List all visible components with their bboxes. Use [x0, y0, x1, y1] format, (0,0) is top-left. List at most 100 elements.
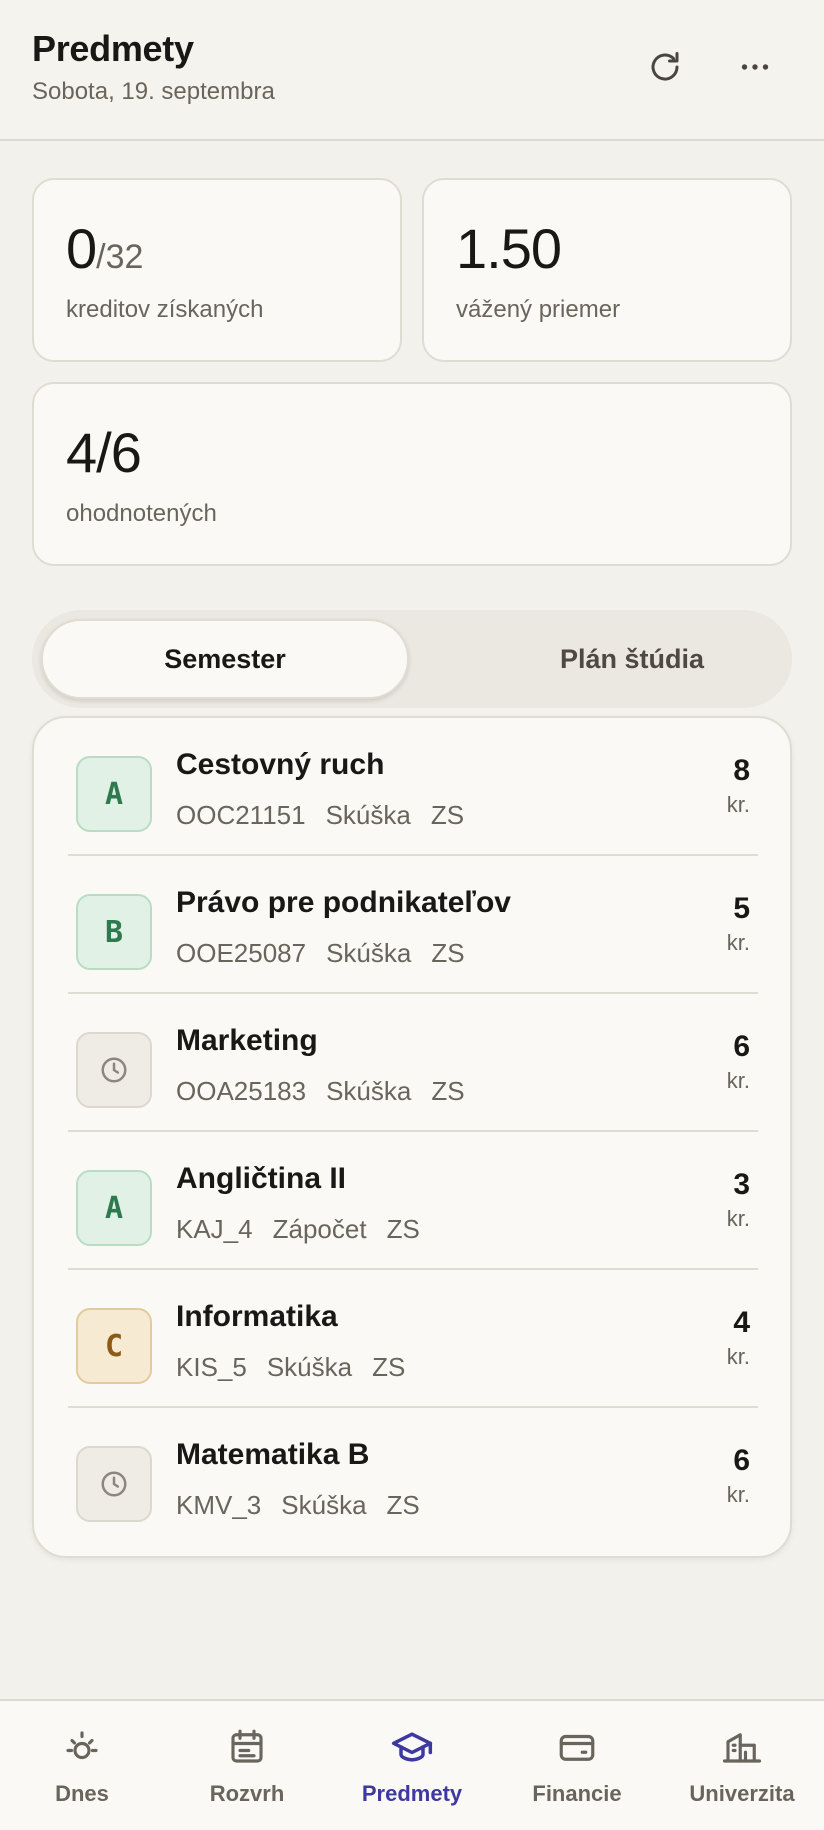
nav-label: Financie — [532, 1781, 622, 1806]
course-type: Zápočet — [272, 1214, 367, 1244]
course-meta: KIS_5 Skúška ZS — [176, 1352, 405, 1383]
average-value: 1.50 — [456, 217, 562, 280]
course-type: Skúška — [326, 1076, 412, 1106]
course-credits: 6 kr. — [727, 1444, 750, 1508]
credits-number: 6 — [733, 1030, 750, 1063]
tab-semester[interactable]: Semester — [41, 619, 409, 699]
course-name: Marketing — [176, 1024, 318, 1057]
credits-unit: kr. — [726, 1068, 750, 1093]
course-meta: KAJ_4 Zápočet ZS — [176, 1214, 420, 1245]
average-label: vážený priemer — [456, 296, 621, 323]
course-credits: 6 kr. — [727, 1030, 750, 1094]
course-term: ZS — [372, 1352, 406, 1382]
course-credits: 5 kr. — [727, 892, 750, 956]
average-card: 1.50 vážený priemer — [422, 178, 792, 362]
grade-badge-pending — [76, 1032, 152, 1108]
nav-item-univerzita[interactable]: Univerzita — [660, 1725, 824, 1807]
graded-label: ohodnotených — [66, 500, 217, 527]
app-header: Predmety Sobota, 19. septembra — [0, 0, 824, 141]
course-name: Právo pre podnikateľov — [176, 886, 511, 919]
course-row[interactable]: A Cestovný ruch OOC21151 Skúška ZS 8 kr. — [34, 718, 790, 856]
credits-number: 4 — [733, 1306, 750, 1339]
course-name: Cestovný ruch — [176, 748, 385, 781]
course-name: Informatika — [176, 1300, 338, 1333]
course-code: OOE25087 — [176, 938, 307, 968]
credits-number: 6 — [733, 1444, 750, 1477]
credits-earned: 0 — [66, 217, 97, 280]
course-code: OOA25183 — [176, 1076, 307, 1106]
course-credits: 8 kr. — [727, 754, 750, 818]
course-row[interactable]: B Právo pre podnikateľov OOE25087 Skúška… — [34, 856, 790, 994]
course-name: Angličtina II — [176, 1162, 347, 1195]
grade-badge: B — [76, 894, 152, 970]
page-date: Sobota, 19. septembra — [32, 78, 275, 105]
course-type: Skúška — [326, 938, 412, 968]
course-credits: 4 kr. — [727, 1306, 750, 1370]
view-segmented-control: Semester Plán štúdia — [32, 610, 792, 708]
course-name: Matematika B — [176, 1438, 370, 1471]
credits-label: kreditov získaných — [66, 296, 264, 323]
graduation-cap-icon — [391, 1732, 433, 1762]
course-meta: KMV_3 Skúška ZS — [176, 1490, 420, 1521]
more-horizontal-icon — [741, 64, 769, 70]
course-term: ZS — [431, 938, 465, 968]
refresh-icon — [651, 52, 679, 81]
credits-number: 8 — [733, 754, 750, 787]
credits-value: 0/32 — [66, 216, 143, 281]
wallet-icon — [559, 1734, 595, 1761]
building-icon — [722, 1733, 762, 1763]
course-term: ZS — [431, 1076, 465, 1106]
more-button[interactable] — [726, 38, 784, 96]
course-term: ZS — [386, 1214, 420, 1244]
course-row[interactable]: Marketing OOA25183 Skúška ZS 6 kr. — [34, 994, 790, 1132]
grade-badge: A — [76, 756, 152, 832]
grade-badge-pending — [76, 1446, 152, 1522]
credits-unit: kr. — [726, 1482, 750, 1507]
course-code: OOC21151 — [176, 800, 306, 830]
tab-study-plan[interactable]: Plán štúdia — [448, 619, 816, 699]
credits-unit: kr. — [726, 1206, 750, 1231]
nav-label: Rozvrh — [209, 1781, 285, 1806]
course-type: Skúška — [325, 800, 411, 830]
nav-label: Univerzita — [689, 1781, 795, 1806]
nav-label: Dnes — [55, 1781, 109, 1806]
course-credits: 3 kr. — [727, 1168, 750, 1232]
bottom-nav: Dnes Rozvrh Predmety Financie Univerzita — [0, 1699, 824, 1830]
course-code: KAJ_4 — [176, 1214, 253, 1244]
credits-total: /32 — [96, 238, 144, 276]
course-meta: OOA25183 Skúška ZS — [176, 1076, 465, 1107]
course-row[interactable]: C Informatika KIS_5 Skúška ZS 4 kr. — [34, 1270, 790, 1408]
course-type: Skúška — [266, 1352, 353, 1382]
graded-card: 4/6 ohodnotených — [32, 382, 792, 566]
refresh-button[interactable] — [636, 38, 694, 96]
nav-item-dnes[interactable]: Dnes — [0, 1725, 164, 1807]
credits-unit: kr. — [726, 930, 750, 955]
course-list: A Cestovný ruch OOC21151 Skúška ZS 8 kr.… — [32, 716, 792, 1558]
grade-badge: A — [76, 1170, 152, 1246]
course-term: ZS — [430, 800, 465, 830]
nav-item-financie[interactable]: Financie — [495, 1725, 659, 1807]
course-code: KMV_3 — [176, 1490, 262, 1520]
graded-value: 4/6 — [66, 421, 142, 484]
nav-item-rozvrh[interactable]: Rozvrh — [165, 1725, 329, 1807]
grade-badge: C — [76, 1308, 152, 1384]
credits-unit: kr. — [726, 1344, 750, 1369]
clock-icon — [101, 1471, 127, 1497]
sun-icon — [66, 1731, 98, 1760]
credits-unit: kr. — [726, 792, 750, 817]
course-row[interactable]: Matematika B KMV_3 Skúška ZS 6 kr. — [34, 1408, 790, 1546]
credits-number: 3 — [733, 1168, 750, 1201]
course-code: KIS_5 — [176, 1352, 247, 1382]
course-meta: OOE25087 Skúška ZS — [176, 938, 465, 969]
clock-icon — [101, 1057, 127, 1083]
nav-item-predmety[interactable]: Predmety — [330, 1725, 494, 1807]
credits-number: 5 — [733, 892, 750, 925]
credits-card: 0/32 kreditov získaných — [32, 178, 402, 362]
course-meta: OOC21151 Skúška ZS — [176, 800, 464, 831]
nav-label: Predmety — [361, 1781, 463, 1806]
course-type: Skúška — [281, 1490, 367, 1520]
course-term: ZS — [386, 1490, 420, 1520]
course-row[interactable]: A Angličtina II KAJ_4 Zápočet ZS 3 kr. — [34, 1132, 790, 1270]
calendar-icon — [231, 1729, 263, 1763]
page-title: Predmety — [32, 28, 194, 69]
